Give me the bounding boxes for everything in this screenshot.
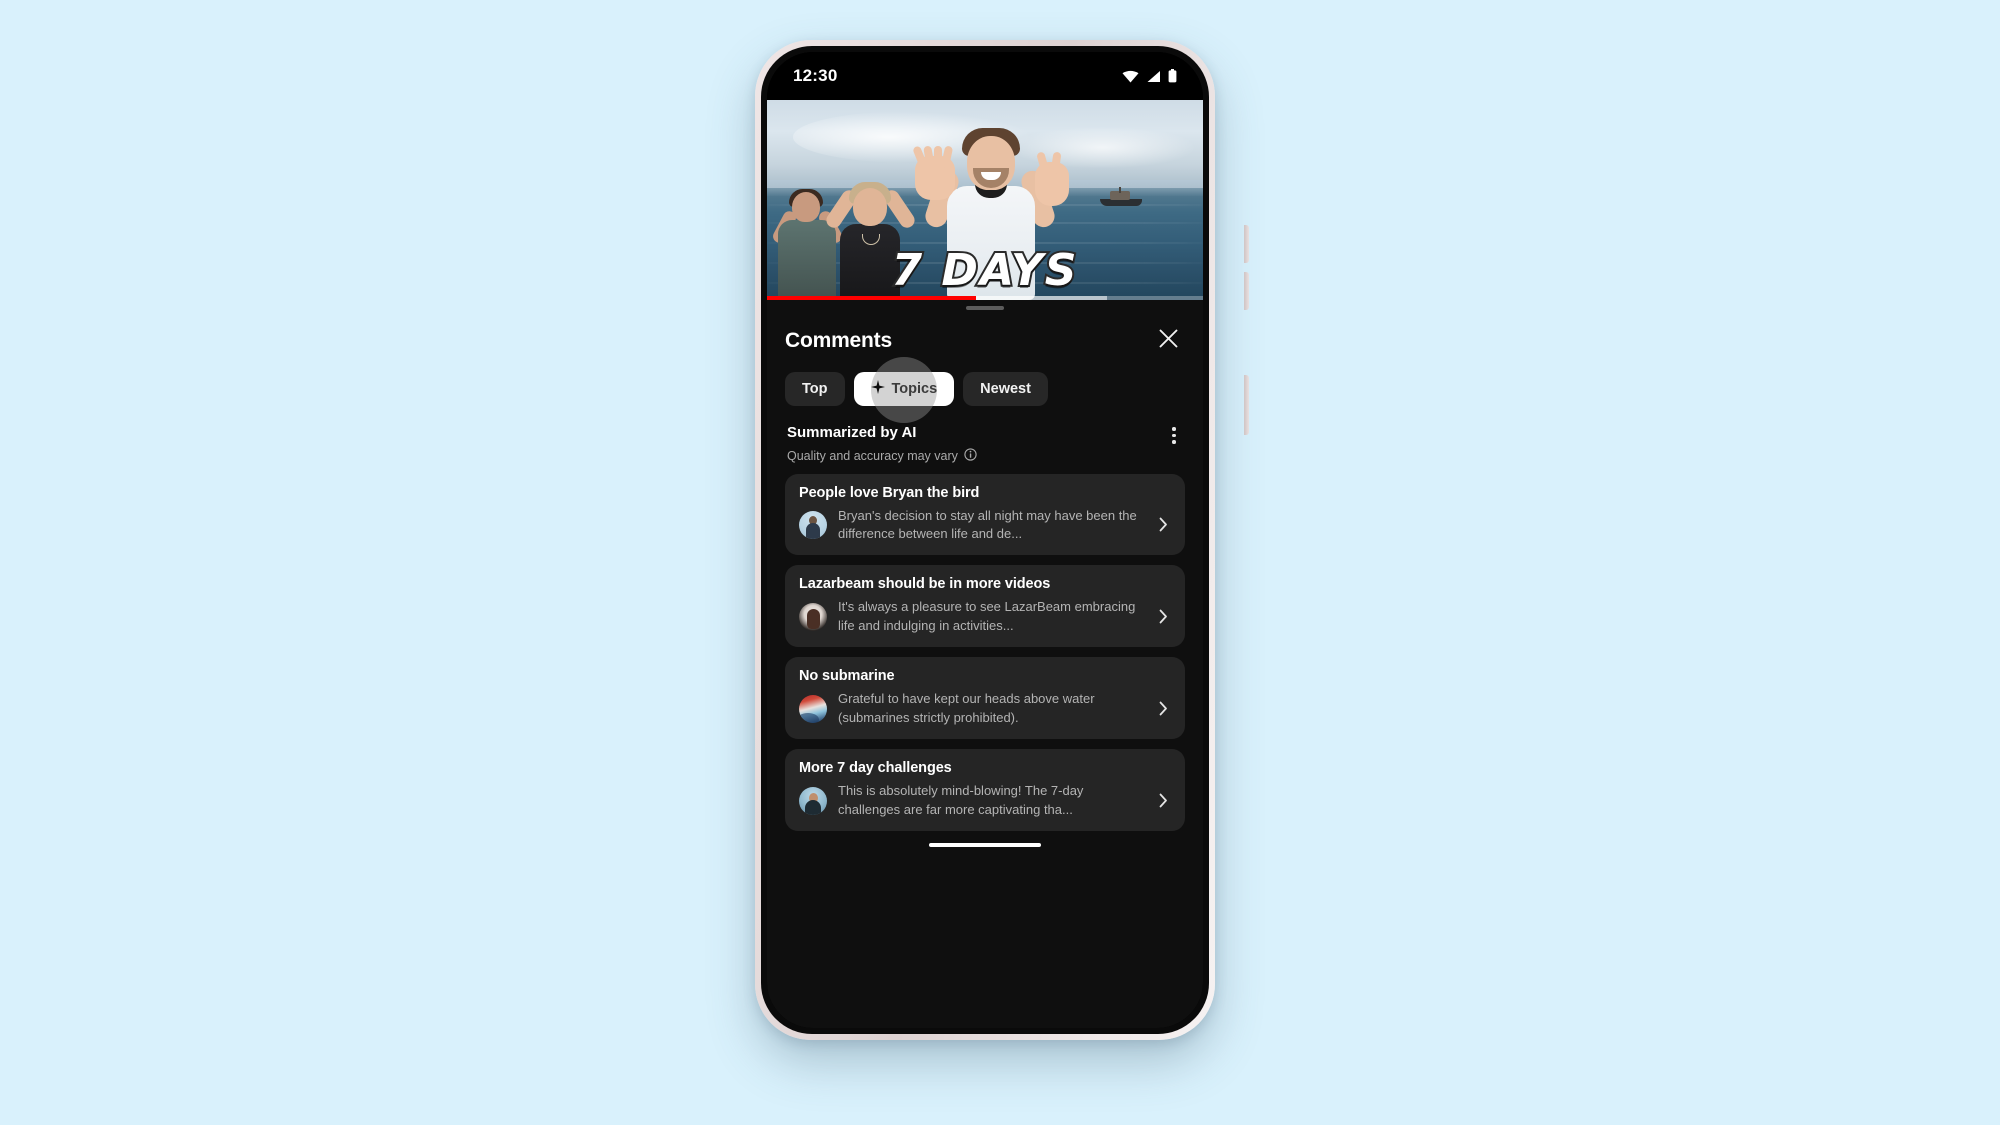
close-button[interactable] — [1151, 324, 1185, 358]
topic-cards-list: People love Bryan the bird Bryan's decis… — [767, 464, 1203, 832]
avatar — [799, 602, 827, 631]
topic-card-snippet: It's always a pleasure to see LazarBeam … — [838, 599, 1136, 633]
battery-icon — [1168, 69, 1177, 83]
ai-summary-title: Summarized by AI — [787, 424, 917, 441]
video-overlay-text: 7 DAYS — [889, 243, 1079, 298]
status-icons — [1122, 69, 1177, 83]
ai-summary-header: Summarized by AI — [767, 410, 1203, 444]
power-button[interactable] — [1244, 375, 1249, 435]
kebab-menu-icon[interactable] — [1163, 424, 1185, 444]
phone-screen: 12:30 7 DAYS Comments Top Topics Newest … — [767, 52, 1203, 1028]
chevron-right-icon[interactable] — [1155, 609, 1173, 624]
info-icon[interactable] — [964, 447, 977, 464]
chip-top[interactable]: Top — [785, 372, 845, 406]
video-progress-played — [767, 296, 977, 300]
boat — [1099, 187, 1142, 206]
chip-newest-label: Newest — [980, 381, 1031, 397]
chip-topics[interactable]: Topics — [853, 356, 955, 423]
topic-card-title: No submarine — [799, 668, 895, 685]
topic-card-title: Lazarbeam should be in more videos — [799, 576, 1051, 593]
topic-card[interactable]: Lazarbeam should be in more videos It's … — [785, 565, 1185, 648]
status-bar: 12:30 — [767, 52, 1203, 100]
video-player[interactable]: 7 DAYS — [767, 100, 1203, 300]
chip-top-label: Top — [802, 381, 828, 397]
topic-card-snippet: Grateful to have kept our heads above wa… — [838, 691, 1095, 725]
video-progress-bar[interactable] — [767, 296, 1203, 300]
comments-sheet: Comments Top Topics Newest Summarized by… — [767, 316, 1203, 1028]
ai-summary-subtitle-row: Quality and accuracy may vary — [767, 444, 1203, 464]
page-title: Comments — [785, 329, 892, 352]
comment-filter-chips: Top Topics Newest — [767, 356, 1203, 423]
video-thumbnail: 7 DAYS — [767, 100, 1203, 300]
sheet-handle-row[interactable] — [767, 300, 1203, 316]
chevron-right-icon[interactable] — [1155, 517, 1173, 532]
topic-card[interactable]: No submarine Grateful to have kept our h… — [785, 657, 1185, 740]
chip-topics-label: Topics — [891, 381, 938, 397]
topic-card-snippet: Bryan's decision to stay all night may h… — [838, 507, 1137, 541]
peace-hand — [1035, 151, 1070, 206]
ai-summary-subtitle: Quality and accuracy may vary — [787, 448, 958, 463]
home-indicator[interactable] — [929, 843, 1041, 847]
volume-up-button[interactable] — [1244, 225, 1249, 263]
status-time: 12:30 — [793, 66, 838, 85]
chevron-right-icon[interactable] — [1155, 793, 1173, 808]
topic-card-body: It's always a pleasure to see LazarBeam … — [799, 598, 1173, 635]
avatar — [799, 786, 827, 815]
avatar — [799, 510, 827, 539]
topic-card-body: Bryan's decision to stay all night may h… — [799, 507, 1173, 544]
topic-card[interactable]: More 7 day challenges This is absolutely… — [785, 749, 1185, 832]
topic-card-snippet: This is absolutely mind-blowing! The 7-d… — [838, 783, 1084, 817]
avatar — [799, 694, 827, 723]
cellular-signal-icon — [1146, 70, 1161, 83]
topic-card-title: More 7 day challenges — [799, 760, 952, 777]
topic-card-title: People love Bryan the bird — [799, 484, 980, 501]
topic-card-body: Grateful to have kept our heads above wa… — [799, 690, 1173, 727]
sparkle-icon — [870, 380, 885, 398]
volume-down-button[interactable] — [1244, 272, 1249, 310]
chevron-right-icon[interactable] — [1155, 701, 1173, 716]
wifi-icon — [1122, 70, 1139, 83]
home-indicator-row — [767, 831, 1203, 860]
topic-card-body: This is absolutely mind-blowing! The 7-d… — [799, 782, 1173, 819]
open-hand — [912, 145, 956, 200]
chip-newest[interactable]: Newest — [963, 372, 1048, 406]
stage: 12:30 7 DAYS Comments Top Topics Newest … — [0, 0, 2000, 1125]
topic-card[interactable]: People love Bryan the bird Bryan's decis… — [785, 473, 1185, 556]
comments-header: Comments — [767, 318, 1203, 362]
sheet-drag-handle[interactable] — [966, 306, 1004, 310]
close-icon — [1158, 328, 1179, 354]
